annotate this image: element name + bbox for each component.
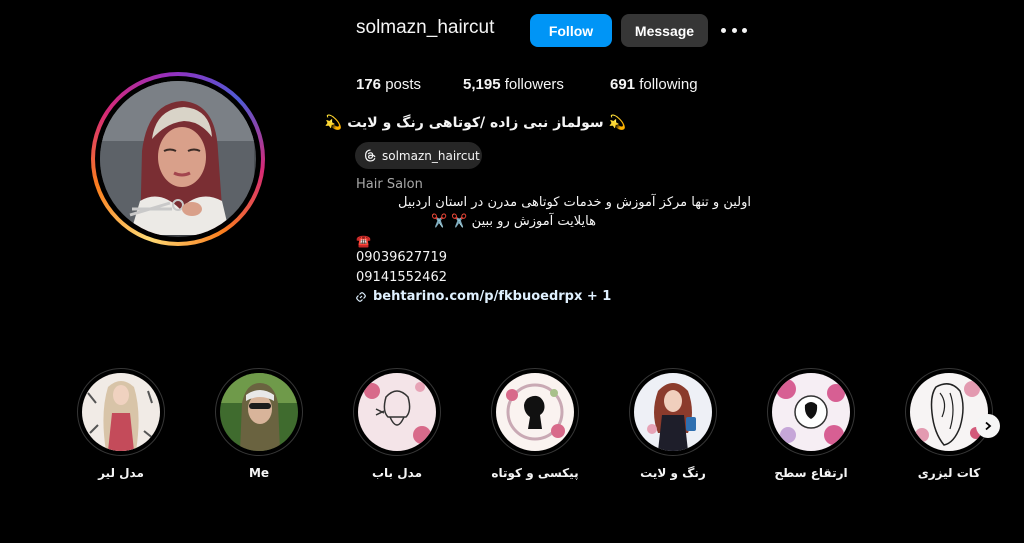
highlight-item[interactable]: پیکسی و کوتاه	[491, 368, 579, 480]
highlight-label: پیکسی و کوتاه	[491, 466, 579, 480]
avatar-gap	[95, 76, 261, 242]
dot	[742, 27, 747, 33]
highlight-cover	[772, 373, 850, 451]
following-number: 691	[610, 76, 636, 93]
bio-line-2: هایلایت آموزش رو ببین ✂️ ✂️	[431, 214, 596, 229]
highlight-item[interactable]: Me	[215, 368, 303, 480]
highlight-ring	[77, 368, 165, 456]
following-label: following	[639, 76, 698, 93]
followers-label: followers	[504, 76, 564, 93]
posts-label: posts	[385, 76, 422, 93]
highlight-cover	[496, 373, 574, 451]
dot	[721, 27, 726, 33]
following-link[interactable]: 691 following	[610, 76, 698, 93]
highlight-cover	[910, 373, 988, 451]
highlight-item[interactable]: مدل باب	[353, 368, 441, 480]
followers-number: 5,195	[463, 76, 501, 93]
phone-emoji: ☎️	[356, 234, 371, 248]
hair-color-illustration-image	[634, 373, 712, 451]
highlight-cover	[220, 373, 298, 451]
profile-link-text: behtarino.com/p/fkbuoedrpx + 1	[373, 289, 612, 304]
bob-haircut-illustration-image	[358, 373, 436, 451]
highlight-item[interactable]: رنگ و لایت	[629, 368, 717, 480]
highlight-ring	[629, 368, 717, 456]
highlight-ring	[767, 368, 855, 456]
highlight-cover	[634, 373, 712, 451]
profile-category: Hair Salon	[356, 177, 423, 192]
profile-avatar[interactable]	[91, 72, 265, 246]
threads-icon	[365, 149, 376, 162]
highlight-item[interactable]: مدل لیر	[77, 368, 165, 480]
follow-button[interactable]: Follow	[530, 14, 612, 47]
highlight-ring	[353, 368, 441, 456]
highlight-label: مدل لیر	[98, 466, 144, 480]
chevron-right-icon	[985, 421, 992, 431]
highlight-label: مدل باب	[371, 466, 423, 480]
laser-cut-illustration-image	[910, 373, 988, 451]
highlight-cover	[358, 373, 436, 451]
dot	[731, 27, 737, 33]
avatar-portrait-image	[100, 81, 254, 235]
highlight-label: کات لیزری	[917, 466, 981, 480]
highlight-label: رنگ و لایت	[640, 466, 706, 480]
followers-link[interactable]: 5,195 followers	[463, 76, 564, 93]
avatar-photo	[100, 81, 256, 237]
link-icon	[356, 291, 366, 302]
pixie-silhouette-image	[496, 373, 574, 451]
highlights-next-button[interactable]	[976, 414, 1000, 438]
highlight-label: Me	[248, 466, 270, 480]
highlight-label: ارتقاع سطح	[774, 466, 848, 480]
phone-number-1: 09039627719	[356, 250, 447, 265]
posts-count: 176 posts	[356, 76, 421, 93]
long-hair-illustration-image	[82, 373, 160, 451]
highlight-cover	[82, 373, 160, 451]
threads-handle: solmazn_haircut	[382, 148, 480, 163]
highlight-ring	[905, 368, 993, 456]
level-up-floral-image	[772, 373, 850, 451]
message-button[interactable]: Message	[621, 14, 708, 47]
selfie-photo-image	[220, 373, 298, 451]
more-options-icon[interactable]	[721, 22, 747, 38]
profile-username: solmazn_haircut	[356, 17, 495, 38]
phone-number-2: 09141552462	[356, 270, 447, 285]
posts-number: 176	[356, 76, 382, 93]
highlight-item[interactable]: ارتقاع سطح	[767, 368, 855, 480]
highlight-ring	[491, 368, 579, 456]
threads-badge[interactable]: solmazn_haircut	[355, 142, 482, 169]
profile-link[interactable]: behtarino.com/p/fkbuoedrpx + 1	[355, 289, 611, 304]
bio-line-1: اولین و تنها مرکز آموزش و خدمات کوتاهی م…	[398, 195, 751, 210]
highlight-ring	[215, 368, 303, 456]
profile-full-name: 💫 سولماز نبی زاده /کوتاهی رنگ و لایت 💫	[324, 115, 626, 131]
